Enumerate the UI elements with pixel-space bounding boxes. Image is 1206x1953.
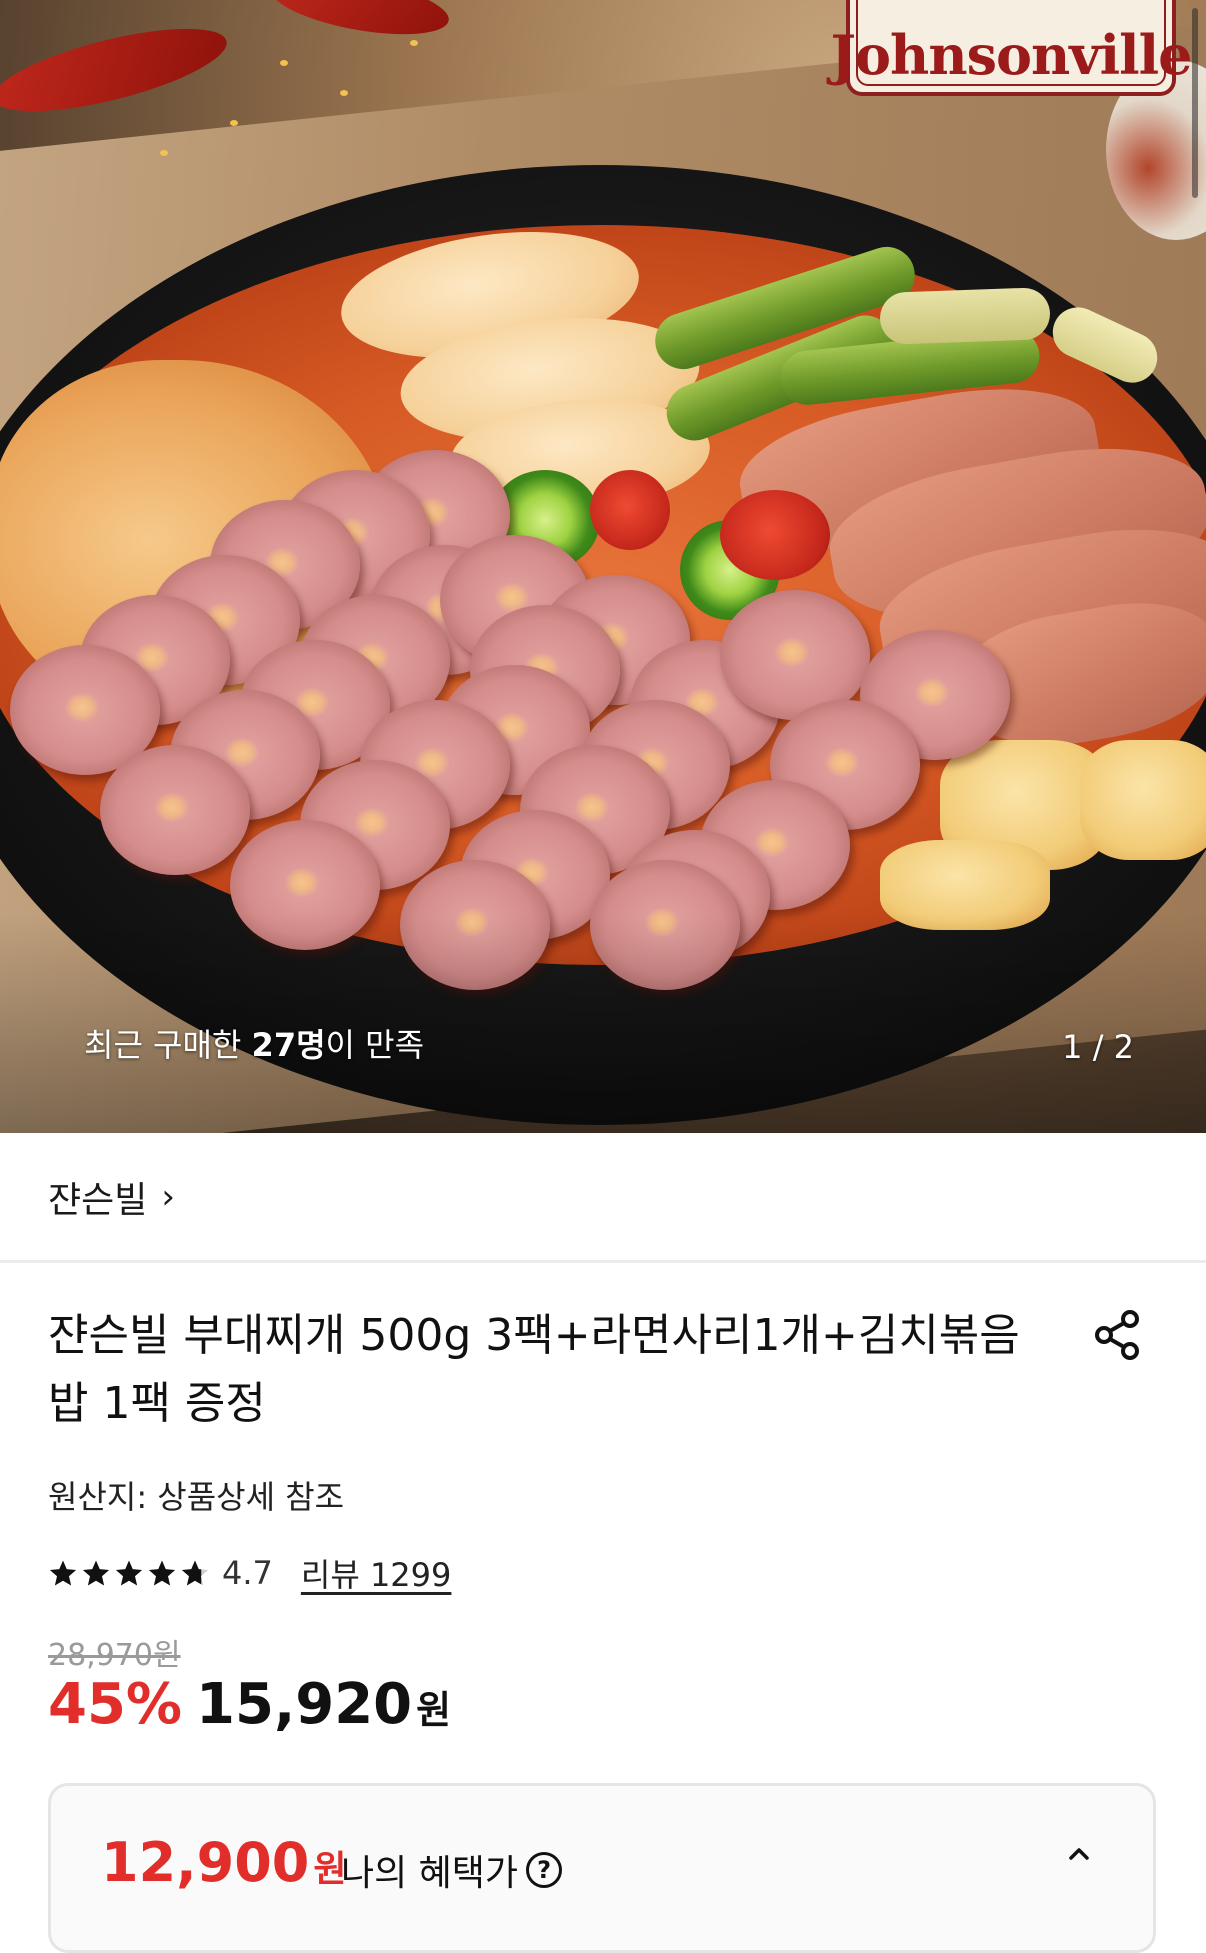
image-pager: 1 / 2: [1062, 1028, 1134, 1066]
rating-row: 4.7 리뷰 1299: [48, 1550, 451, 1596]
chevron-right-icon: ›: [161, 1176, 175, 1217]
chili-flake: [160, 150, 168, 156]
caption-suffix: 이 만족: [325, 1026, 425, 1064]
scallion: [879, 287, 1051, 345]
rating-value: 4.7: [222, 1554, 273, 1592]
brand-name: 쟌슨빌: [48, 1179, 148, 1221]
origin-info: 원산지: 상품상세 참조: [48, 1478, 345, 1516]
review-count-link[interactable]: 리뷰 1299: [301, 1550, 452, 1596]
caption-count: 27명: [251, 1026, 326, 1064]
benefit-price: 12,900 원: [101, 1831, 347, 1894]
chili-flake: [280, 60, 288, 66]
dried-chili-decoration: [0, 11, 234, 129]
product-image-carousel[interactable]: Johnsonville 최근 구매한 27명이 만족 1 / 2: [0, 0, 1206, 1133]
sale-price-unit: 원: [416, 1688, 452, 1732]
share-icon: [1095, 1310, 1139, 1360]
product-title: 쟌슨빌 부대찌개 500g 3팩+라면사리1개+김치볶음밥 1팩 증정: [48, 1310, 1020, 1429]
red-chili-slice: [590, 470, 670, 550]
star-icon: [49, 1560, 77, 1586]
scrollbar[interactable]: [1192, 8, 1198, 198]
benefit-price-value: 12,900: [101, 1831, 310, 1894]
benefit-label: 나의 혜택가 ?: [341, 1844, 563, 1896]
red-chili-slice: [720, 490, 830, 580]
star-icon: [115, 1560, 143, 1586]
dried-chili-decoration: [267, 0, 453, 46]
star-icon: [148, 1560, 176, 1586]
sale-price: 15,920: [196, 1672, 413, 1737]
star-half-icon: [181, 1560, 209, 1586]
brand-link[interactable]: 쟌슨빌 ›: [0, 1133, 1206, 1263]
benefit-label-text: 나의 혜택가: [341, 1853, 519, 1894]
chevron-up-icon[interactable]: [1063, 1838, 1095, 1870]
discount-rate: 45%: [48, 1672, 183, 1737]
brand-logo: Johnsonville: [830, 0, 1193, 96]
chili-flake: [410, 40, 418, 46]
chili-flake: [230, 120, 238, 126]
my-benefit-price-panel[interactable]: 12,900 원 나의 혜택가 ?: [48, 1783, 1156, 1953]
rating-stars: [48, 1558, 210, 1588]
help-icon[interactable]: ?: [526, 1852, 563, 1888]
chili-flake: [340, 90, 348, 96]
price-row: 45% 15,920 원: [48, 1672, 451, 1737]
purchase-satisfaction-caption: 최근 구매한 27명이 만족: [84, 1020, 424, 1066]
original-price: 28,970원: [48, 1638, 181, 1673]
rice-cake: [1080, 740, 1206, 860]
sausage-slice: [100, 745, 250, 875]
caption-prefix: 최근 구매한: [84, 1026, 252, 1064]
share-button[interactable]: [1090, 1307, 1146, 1363]
logo-text: Johnsonville: [830, 23, 1192, 87]
star-icon: [82, 1560, 110, 1586]
